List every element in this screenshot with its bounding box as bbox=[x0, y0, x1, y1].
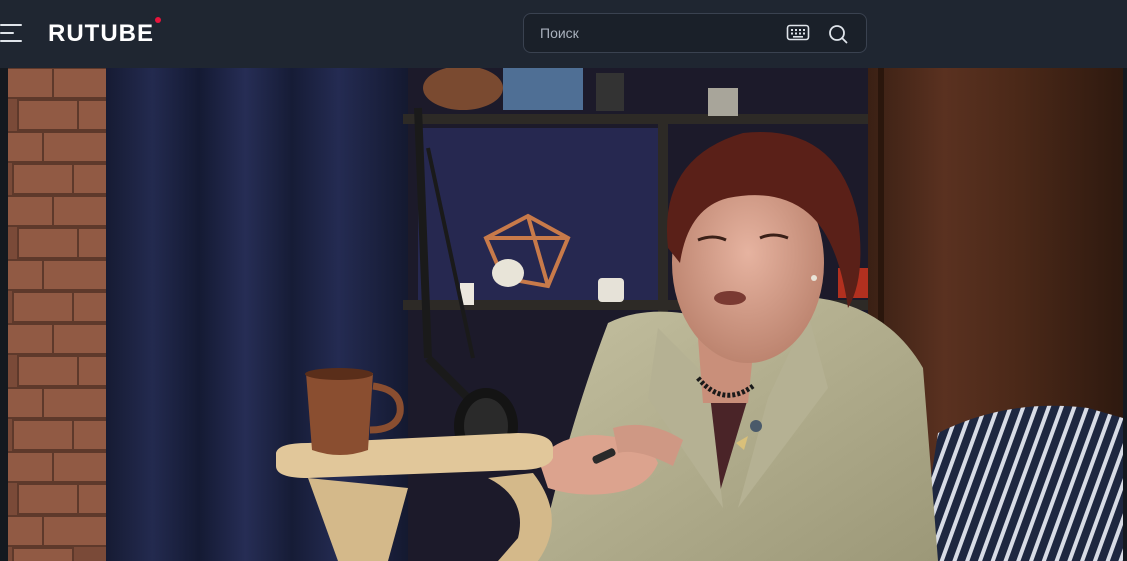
search-icon[interactable] bbox=[826, 22, 850, 46]
rutube-logo[interactable]: RUTUBE bbox=[48, 17, 161, 49]
hamburger-menu-icon[interactable] bbox=[0, 22, 24, 44]
video-frame bbox=[8, 68, 1123, 561]
logo-accent-dot bbox=[155, 17, 161, 23]
keyboard-icon[interactable] bbox=[786, 23, 810, 43]
top-header: RUTUBE bbox=[0, 0, 1127, 68]
search-box bbox=[523, 13, 867, 53]
video-player[interactable] bbox=[8, 68, 1123, 561]
logo-text: RUTUBE bbox=[48, 20, 154, 47]
search-input[interactable] bbox=[540, 14, 780, 52]
